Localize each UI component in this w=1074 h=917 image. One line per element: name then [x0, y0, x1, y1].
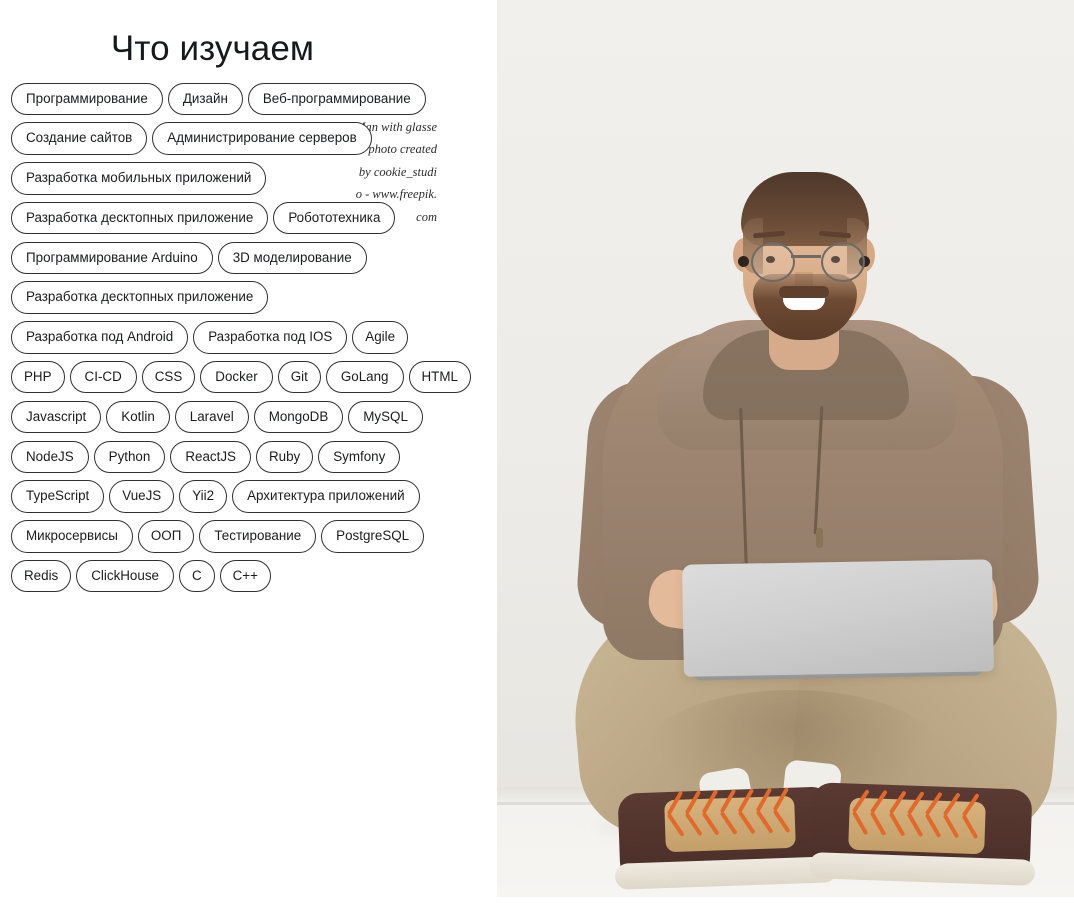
tag-pill[interactable]: Docker [200, 361, 273, 394]
tag-pill[interactable]: NodeJS [11, 440, 89, 474]
boot-lace [719, 811, 738, 835]
boot-lace [737, 810, 756, 835]
tag-pill[interactable]: Администрирование серверов [152, 122, 372, 155]
tag-pill[interactable]: Agile [352, 321, 409, 354]
tag-pill[interactable]: Yii2 [179, 480, 228, 513]
tag-row: PHP CI-CD CSS Docker Git GoLang HTML [11, 361, 471, 394]
tag-pill[interactable]: Робототехника [273, 201, 396, 235]
glasses-icon [745, 242, 869, 282]
boot-lace [684, 812, 703, 836]
mustache [779, 286, 829, 298]
page-title: Что изучаем [110, 29, 315, 68]
boot-lace [870, 811, 887, 837]
tag-row: Микросервисы ООП Тестирование PostgreSQL [11, 520, 441, 553]
hero-photo [497, 0, 1074, 897]
tag-pill[interactable]: Git [277, 361, 321, 394]
tag-pill[interactable]: CI-CD [69, 361, 137, 394]
boot-lace [888, 812, 906, 837]
tag-pill[interactable]: MongoDB [253, 400, 344, 434]
tag-row: Javascript Kotlin Laravel MongoDB MySQL [11, 400, 441, 434]
mouth [783, 296, 825, 310]
tag-pill[interactable]: Создание сайтов [11, 122, 148, 155]
tag-cloud: Man with glasses photo created by cookie… [0, 69, 471, 600]
tag-pill[interactable]: Redis [11, 560, 72, 593]
tag-row: Разработка десктопных приложение Робототе… [11, 201, 441, 235]
tag-pill[interactable]: PHP [11, 361, 65, 394]
person-figure [497, 0, 1074, 897]
photo-backdrop [497, 0, 1074, 897]
tag-pill[interactable]: Тестирование [199, 520, 317, 553]
boot-lace [755, 809, 774, 834]
tag-pill[interactable]: Программирование Arduino [11, 241, 213, 275]
tag-pill[interactable]: Разработка десктопных приложение [11, 201, 269, 235]
tag-pill[interactable]: Ruby [255, 440, 314, 474]
tag-row: Разработка под Android Разработка под IOS… [11, 321, 441, 354]
tag-pill[interactable]: C++ [219, 560, 271, 593]
laptop [682, 559, 994, 677]
content-column: Что изучаем Man with glasses photo creat… [0, 0, 497, 917]
right-boot-laces [851, 788, 982, 856]
tag-row: Программирование Arduino 3D моделирование [11, 241, 441, 275]
boot-lace [773, 809, 791, 833]
tag-pill[interactable]: Symfony [318, 440, 401, 474]
tag-pill[interactable]: Javascript [11, 400, 102, 434]
tag-pill[interactable]: Микросервисы [11, 520, 133, 553]
tag-pill[interactable]: ООП [137, 520, 195, 553]
tag-rows: Программирование Дизайн Веб-программирован… [11, 69, 471, 593]
tag-pill[interactable]: Kotlin [106, 400, 170, 434]
tag-pill[interactable]: Laravel [174, 400, 249, 434]
tag-pill[interactable]: GoLang [325, 361, 404, 394]
tag-pill[interactable]: Программирование [11, 82, 163, 115]
tag-row: Разработка десктопных приложение [11, 281, 441, 314]
right-lens [821, 242, 865, 282]
tag-pill[interactable]: C [178, 560, 215, 593]
tag-pill[interactable]: Python [93, 440, 166, 474]
tag-pill[interactable]: ClickHouse [76, 560, 174, 593]
left-lens [751, 242, 795, 282]
tag-row: TypeScript VueJS Yii2 Архитектура приложени… [11, 480, 441, 513]
tag-pill[interactable]: Архитектура приложений [232, 480, 420, 513]
boot-lace [943, 813, 960, 839]
boot-lace [961, 814, 979, 840]
tag-pill[interactable]: Дизайн [167, 82, 243, 115]
tag-row: NodeJS Python ReactJS Ruby Symfony [11, 440, 441, 474]
boot-lace [666, 813, 685, 837]
tag-pill[interactable]: Разработка под Android [11, 321, 189, 354]
tag-row: Программирование Дизайн Веб-программирован… [11, 82, 441, 115]
boot-lace [702, 811, 720, 836]
tag-pill[interactable]: Разработка мобильных приложений [11, 162, 267, 195]
boot-lace [924, 813, 942, 839]
tag-pill[interactable]: Веб-программирование [247, 82, 426, 115]
left-boot-laces [666, 787, 794, 854]
tag-pill[interactable]: CSS [141, 361, 196, 394]
tag-pill[interactable]: MySQL [348, 400, 423, 434]
tag-pill[interactable]: Разработка десктопных приложение [11, 281, 269, 314]
tag-pill[interactable]: TypeScript [11, 480, 105, 513]
tag-pill[interactable]: PostgreSQL [321, 520, 425, 553]
boot-lace [906, 812, 924, 838]
tag-pill[interactable]: VueJS [109, 480, 175, 513]
tag-row: Redis ClickHouse C C++ [11, 560, 441, 593]
tag-pill[interactable]: HTML [408, 361, 471, 394]
tag-pill[interactable]: Разработка под IOS [193, 321, 348, 354]
boot-lace [851, 810, 869, 836]
tag-pill[interactable]: ReactJS [170, 440, 251, 474]
glasses-bridge [791, 255, 821, 258]
tag-row: Создание сайтов Администрирование серверо… [11, 122, 441, 155]
tag-pill[interactable]: 3D моделирование [217, 241, 367, 275]
drawstring-aglet-right [816, 528, 823, 548]
